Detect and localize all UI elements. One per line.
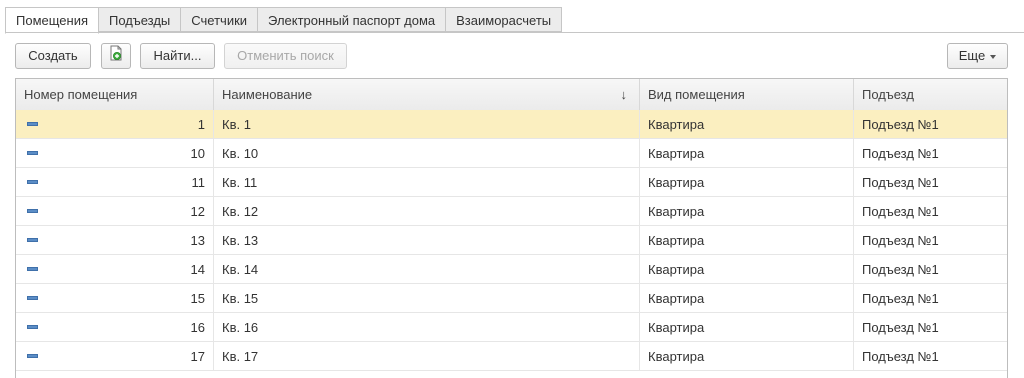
cell-type: Квартира (640, 284, 854, 312)
cell-number-value: 11 (191, 175, 206, 190)
cell-name: Кв. 16 (214, 313, 640, 341)
premise-item-icon (27, 180, 38, 184)
cell-entrance: Подъезд №1 (862, 291, 939, 306)
table-row[interactable]: 10 Кв. 10 Квартира Подъезд №1 (16, 139, 1007, 168)
cell-number-value: 16 (190, 320, 205, 335)
tab-settlements[interactable]: Взаиморасчеты (446, 7, 563, 32)
cell-entrance: Подъезд №1 (862, 262, 939, 277)
column-header-number[interactable]: Номер помещения (16, 79, 214, 110)
table-row[interactable]: 13 Кв. 13 Квартира Подъезд №1 (16, 226, 1007, 255)
tab-divider (5, 32, 1024, 33)
cell-name: Кв. 10 (214, 139, 640, 167)
cell-type: Квартира (640, 110, 854, 138)
cell-type: Квартира (640, 313, 854, 341)
cell-entrance: Подъезд №1 (862, 117, 939, 132)
table-row[interactable]: 11 Кв. 11 Квартира Подъезд №1 (16, 168, 1007, 197)
find-button[interactable]: Найти... (140, 43, 215, 69)
cell-entrance: Подъезд №1 (862, 320, 939, 335)
cell-type: Квартира (640, 197, 854, 225)
cell-entrance: Подъезд №1 (862, 146, 939, 161)
cell-entrance: Подъезд №1 (862, 349, 939, 364)
premise-item-icon (27, 122, 38, 126)
premise-item-icon (27, 267, 38, 271)
more-button[interactable]: Еще (947, 43, 1008, 69)
tab-meters[interactable]: Счетчики (181, 7, 259, 32)
cell-number-value: 17 (190, 349, 205, 364)
cell-name: Кв. 1 (214, 110, 640, 138)
cancel-search-button[interactable]: Отменить поиск (224, 43, 347, 69)
sort-descending-icon: ↓ (620, 87, 628, 102)
cell-number-value: 10 (190, 146, 205, 161)
cell-entrance: Подъезд №1 (862, 204, 939, 219)
column-header-name[interactable]: Наименование ↓ (214, 79, 640, 110)
premise-item-icon (27, 151, 38, 155)
cell-number-value: 1 (197, 117, 205, 132)
cell-number-value: 15 (190, 291, 205, 306)
cell-type: Квартира (640, 168, 854, 196)
cell-entrance: Подъезд №1 (862, 175, 939, 190)
copy-document-icon (109, 45, 123, 69)
cell-name: Кв. 15 (214, 284, 640, 312)
table-row[interactable]: 15 Кв. 15 Квартира Подъезд №1 (16, 284, 1007, 313)
cell-type: Квартира (640, 255, 854, 283)
cell-number: 11 (16, 168, 214, 196)
table-row[interactable]: 17 Кв. 17 Квартира Подъезд №1 (16, 342, 1007, 371)
column-header-name-label: Наименование (222, 87, 313, 102)
table-header: Номер помещения Наименование ↓ Вид помещ… (16, 79, 1007, 111)
premise-item-icon (27, 238, 38, 242)
tab-house-passport[interactable]: Электронный паспорт дома (258, 7, 447, 32)
cell-number: 16 (16, 313, 214, 341)
tab-bar: Помещения Подъезды Счетчики Электронный … (5, 7, 563, 34)
column-header-entrance[interactable]: Подъезд (854, 79, 1007, 110)
cell-type: Квартира (640, 139, 854, 167)
premises-table[interactable]: Номер помещения Наименование ↓ Вид помещ… (15, 78, 1008, 378)
premise-item-icon (27, 296, 38, 300)
cell-number: 10 (16, 139, 214, 167)
cell-name: Кв. 11 (214, 168, 640, 196)
cell-type: Квартира (640, 226, 854, 254)
cell-name: Кв. 17 (214, 342, 640, 370)
cell-name: Кв. 12 (214, 197, 640, 225)
premise-item-icon (27, 209, 38, 213)
cell-name: Кв. 14 (214, 255, 640, 283)
more-label: Еще (958, 48, 986, 63)
cell-number-value: 14 (190, 262, 205, 277)
cell-number: 17 (16, 342, 214, 370)
cell-number: 14 (16, 255, 214, 283)
cell-number: 12 (16, 197, 214, 225)
tab-premises[interactable]: Помещения (5, 7, 100, 34)
copy-button[interactable] (101, 43, 131, 69)
table-row[interactable]: 12 Кв. 12 Квартира Подъезд №1 (16, 197, 1007, 226)
cell-entrance: Подъезд №1 (862, 233, 939, 248)
cell-number: 1 (16, 110, 214, 138)
cell-number-value: 12 (190, 204, 205, 219)
table-row[interactable]: 16 Кв. 16 Квартира Подъезд №1 (16, 313, 1007, 342)
premise-item-icon (27, 354, 38, 358)
chevron-down-icon (990, 54, 997, 59)
tab-entrances[interactable]: Подъезды (99, 7, 182, 32)
table-row[interactable]: 1 Кв. 1 Квартира Подъезд №1 (16, 110, 1007, 139)
cell-number: 13 (16, 226, 214, 254)
column-header-type[interactable]: Вид помещения (640, 79, 854, 110)
table-row[interactable]: 14 Кв. 14 Квартира Подъезд №1 (16, 255, 1007, 284)
cell-number-value: 13 (190, 233, 205, 248)
cell-type: Квартира (640, 342, 854, 370)
cell-name: Кв. 13 (214, 226, 640, 254)
premise-item-icon (27, 325, 38, 329)
cell-number: 15 (16, 284, 214, 312)
create-button[interactable]: Создать (15, 43, 91, 69)
